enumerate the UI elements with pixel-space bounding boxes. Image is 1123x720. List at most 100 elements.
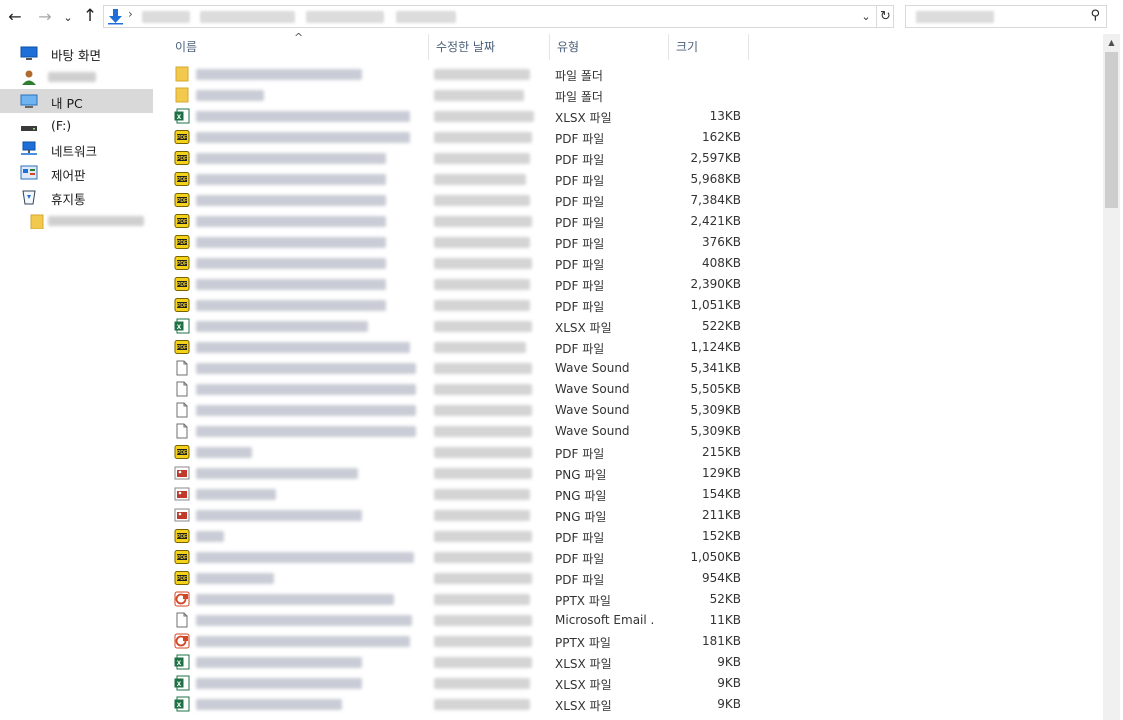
- file-row[interactable]: Wave Sound 5,309KB: [158, 400, 1103, 421]
- search-icon[interactable]: ⚲: [1090, 8, 1100, 23]
- file-row[interactable]: PDF PDF 파일 7,384KB: [158, 190, 1103, 211]
- file-row[interactable]: PDF PDF 파일 2,421KB: [158, 211, 1103, 232]
- file-row[interactable]: PDF PDF 파일 1,050KB: [158, 547, 1103, 568]
- file-row[interactable]: x XLSX 파일 9KB: [158, 673, 1103, 694]
- file-row[interactable]: PDF PDF 파일 408KB: [158, 253, 1103, 274]
- file-type: Wave Sound: [555, 361, 630, 375]
- pdf-icon: PDF: [174, 151, 190, 165]
- search-box[interactable]: ⚲: [905, 5, 1107, 28]
- file-row[interactable]: PNG 파일 129KB: [158, 463, 1103, 484]
- nav-item-desktop[interactable]: 바탕 화면: [0, 41, 153, 65]
- recycle-bin-icon: [22, 190, 36, 205]
- address-chevron-icon[interactable]: ›: [128, 7, 133, 21]
- nav-item-label: 제어판: [51, 168, 86, 183]
- file-size: 408KB: [701, 256, 741, 270]
- column-modified-label: 수정한 날짜: [436, 40, 496, 54]
- file-name-redacted: [196, 90, 264, 101]
- svg-text:PDF: PDF: [177, 576, 187, 582]
- file-row[interactable]: PPTX 파일 181KB: [158, 631, 1103, 652]
- nav-item-label: 바탕 화면: [51, 48, 101, 63]
- file-type: PNG 파일: [555, 468, 607, 482]
- file-type: PDF 파일: [555, 216, 605, 230]
- file-name-redacted: [196, 111, 410, 122]
- file-row[interactable]: Microsoft Email ... 11KB: [158, 610, 1103, 631]
- file-row[interactable]: PDF PDF 파일 5,968KB: [158, 169, 1103, 190]
- pdf-icon: PDF: [174, 193, 190, 207]
- file-row[interactable]: PDF PDF 파일 1,124KB: [158, 337, 1103, 358]
- column-type[interactable]: 유형: [550, 34, 669, 60]
- refresh-button[interactable]: ↻: [876, 6, 894, 27]
- file-row[interactable]: PNG 파일 154KB: [158, 484, 1103, 505]
- file-date-redacted: [434, 174, 526, 185]
- wave-file-icon: [176, 423, 188, 439]
- file-row[interactable]: PDF PDF 파일 162KB: [158, 127, 1103, 148]
- svg-text:PDF: PDF: [177, 303, 187, 309]
- file-date-redacted: [434, 510, 530, 521]
- folder-icon: [30, 214, 44, 229]
- file-date-redacted: [434, 237, 530, 248]
- nav-item-network[interactable]: 네트워크: [0, 137, 153, 161]
- column-size[interactable]: 크기: [669, 34, 749, 60]
- file-size: 211KB: [701, 508, 741, 522]
- file-type: XLSX 파일: [555, 699, 612, 713]
- file-size: 52KB: [709, 592, 741, 606]
- file-row[interactable]: x XLSX 파일 13KB: [158, 106, 1103, 127]
- file-type: PDF 파일: [555, 237, 605, 251]
- file-row[interactable]: PDF PDF 파일 2,390KB: [158, 274, 1103, 295]
- address-bar[interactable]: › ⌄ ↻: [103, 5, 894, 28]
- nav-item-recycle-bin[interactable]: 휴지통: [0, 185, 153, 209]
- column-name[interactable]: 이름: [168, 34, 429, 60]
- up-button[interactable]: ↑: [80, 5, 100, 27]
- file-type: PDF 파일: [555, 552, 605, 566]
- file-size: 5,309KB: [690, 403, 741, 417]
- file-row[interactable]: x XLSX 파일 9KB: [158, 652, 1103, 673]
- address-path-redacted: [306, 11, 384, 23]
- file-row[interactable]: 파일 폴더: [158, 85, 1103, 106]
- file-name-redacted: [196, 594, 394, 605]
- nav-item-control-panel[interactable]: 제어판: [0, 161, 153, 185]
- file-row[interactable]: PPTX 파일 52KB: [158, 589, 1103, 610]
- svg-text:PDF: PDF: [177, 177, 187, 183]
- file-row[interactable]: x XLSX 파일 522KB: [158, 316, 1103, 337]
- pdf-icon: PDF: [174, 130, 190, 144]
- address-dropdown-button[interactable]: ⌄: [856, 6, 876, 27]
- file-row[interactable]: PDF PDF 파일 1,051KB: [158, 295, 1103, 316]
- file-row[interactable]: x XLSX 파일 9KB: [158, 694, 1103, 715]
- file-row[interactable]: PDF PDF 파일 2,597KB: [158, 148, 1103, 169]
- excel-icon: x: [174, 654, 190, 670]
- file-row[interactable]: PDF PDF 파일 215KB: [158, 442, 1103, 463]
- file-row[interactable]: Wave Sound 5,505KB: [158, 379, 1103, 400]
- file-type: XLSX 파일: [555, 321, 612, 335]
- file-row[interactable]: PDF PDF 파일 376KB: [158, 232, 1103, 253]
- file-row[interactable]: PNG 파일 211KB: [158, 505, 1103, 526]
- scrollbar-thumb[interactable]: [1105, 52, 1118, 208]
- vertical-scrollbar[interactable]: ▲: [1103, 34, 1120, 720]
- file-name-redacted: [196, 258, 386, 269]
- svg-text:PDF: PDF: [177, 135, 187, 141]
- file-size: 5,309KB: [690, 424, 741, 438]
- file-name-redacted: [196, 132, 410, 143]
- svg-text:PDF: PDF: [177, 198, 187, 204]
- file-date-redacted: [434, 573, 532, 584]
- png-icon: [174, 508, 190, 522]
- nav-item-this-pc[interactable]: 내 PC: [0, 89, 153, 113]
- back-arrow-icon: ←: [8, 6, 22, 26]
- scroll-up-button[interactable]: ▲: [1103, 34, 1120, 51]
- excel-icon: x: [174, 108, 190, 124]
- file-row[interactable]: Wave Sound 5,341KB: [158, 358, 1103, 379]
- address-path-redacted: [396, 11, 456, 23]
- column-modified[interactable]: 수정한 날짜: [429, 34, 550, 60]
- file-date-redacted: [434, 132, 532, 143]
- nav-item-folder[interactable]: [0, 209, 153, 233]
- file-row[interactable]: PDF PDF 파일 152KB: [158, 526, 1103, 547]
- navigation-pane: 바탕 화면 내 PC (F:) 네트워크 제어판 휴지통: [0, 34, 156, 720]
- file-row[interactable]: 파일 폴더: [158, 64, 1103, 85]
- recent-locations-button[interactable]: ⌄: [60, 6, 76, 28]
- back-button[interactable]: ←: [4, 5, 26, 27]
- forward-button[interactable]: →: [34, 5, 56, 27]
- nav-item-drive-f[interactable]: (F:): [0, 114, 153, 138]
- file-row[interactable]: Wave Sound 5,309KB: [158, 421, 1103, 442]
- file-row[interactable]: PDF PDF 파일 954KB: [158, 568, 1103, 589]
- nav-item-user[interactable]: [0, 65, 153, 89]
- file-type: PDF 파일: [555, 447, 605, 461]
